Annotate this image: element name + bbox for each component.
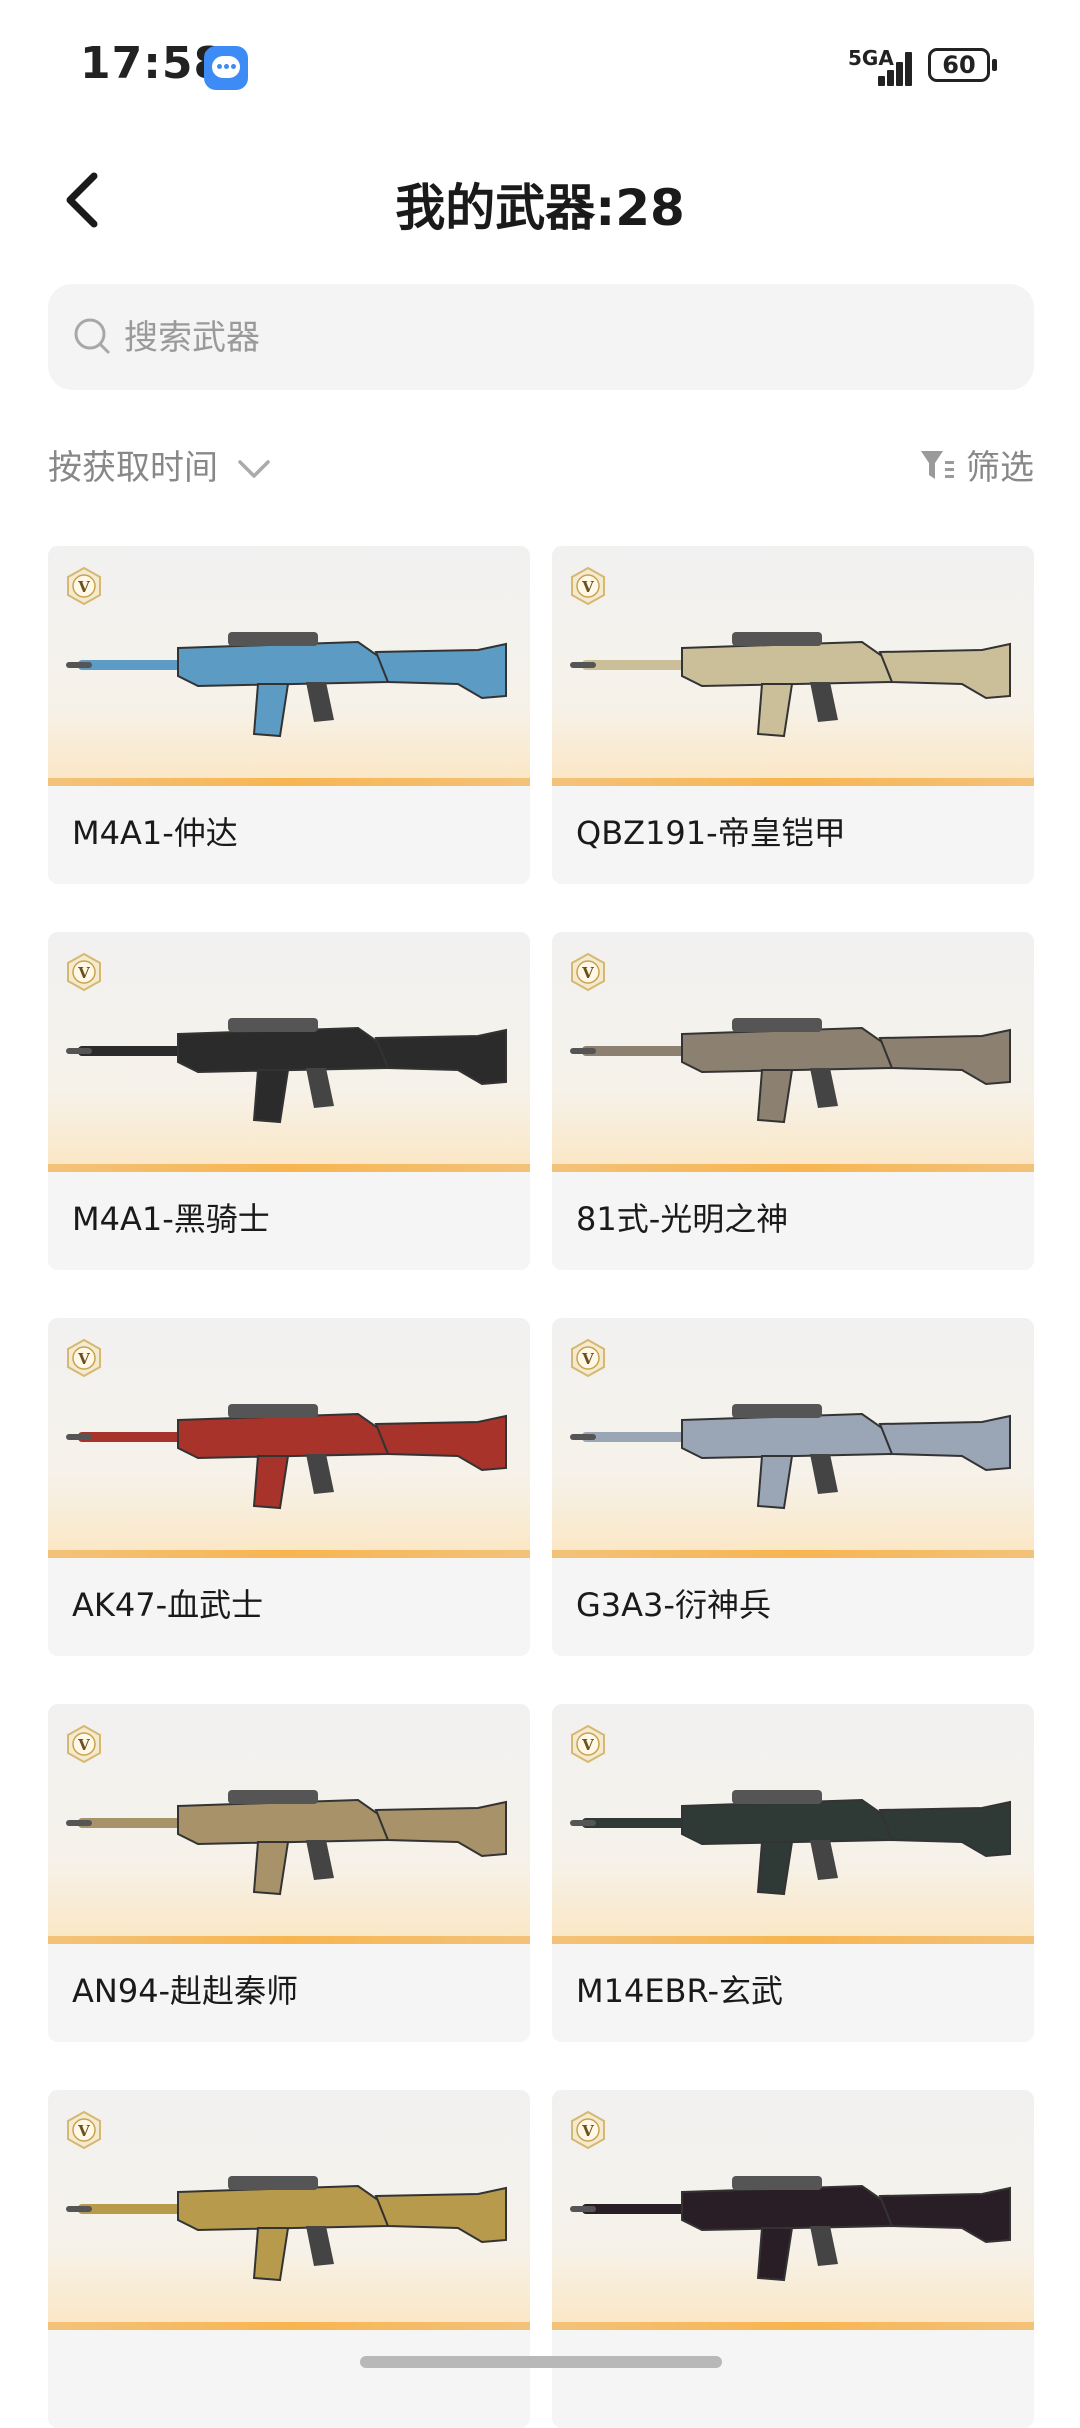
chevron-down-icon [238,460,270,478]
sort-dropdown[interactable]: 按获取时间 [48,440,288,496]
weapon-image-area: V [552,1318,1034,1558]
weapon-name: M4A1-仲达 [72,814,238,852]
filter-button[interactable]: 筛选 [919,440,1034,496]
weapon-card[interactable]: V QBZ191-帝皇铠甲 [552,546,1034,884]
weapon-card[interactable]: V 81式-光明之神 [552,932,1034,1270]
weapon-name: G3A3-衍神兵 [576,1586,771,1624]
weapon-name: AN94-赳赳秦师 [72,1972,299,2010]
weapon-image [570,2176,1011,2282]
weapon-image [66,2176,507,2282]
sort-label: 按获取时间 [48,448,218,488]
weapon-card[interactable]: V AN94-赳赳秦师 [48,1704,530,2042]
weapon-image-area: V [48,546,530,786]
weapon-name: 81式-光明之神 [576,1200,789,1238]
search-icon [74,318,110,354]
weapon-image-area: V [48,1704,530,1944]
weapon-card[interactable]: V M14EBR-玄武 [552,1704,1034,2042]
weapon-image [570,1018,1011,1124]
weapon-image [66,1790,507,1896]
weapon-card[interactable]: V [552,2090,1034,2428]
weapon-image [66,1018,507,1124]
message-notification-icon [204,46,248,90]
sort-filter-row: 按获取时间 筛选 [48,440,1034,496]
filter-icon [920,450,954,479]
weapon-image [570,1404,1011,1510]
weapon-image-area: V [552,546,1034,786]
weapon-image [66,632,507,738]
weapon-image-area: V [552,1704,1034,1944]
weapon-image [570,632,1011,738]
weapon-image [66,1404,507,1510]
home-indicator[interactable] [360,2356,722,2368]
weapon-card[interactable]: V M4A1-仲达 [48,546,530,884]
search-input[interactable] [122,284,1006,392]
weapon-name: AK47-血武士 [72,1586,264,1624]
weapon-card[interactable]: V M4A1-黑骑士 [48,932,530,1270]
page-title: 我的武器:28 [395,179,685,237]
weapon-image-area: V [48,1318,530,1558]
weapon-card[interactable]: V G3A3-衍神兵 [552,1318,1034,1656]
weapon-image-area: V [552,2090,1034,2330]
weapon-name: M4A1-黑骑士 [72,1200,270,1238]
filter-label: 筛选 [966,448,1034,488]
weapon-name: QBZ191-帝皇铠甲 [576,814,846,852]
weapon-image-area: V [48,2090,530,2330]
weapon-card[interactable]: V AK47-血武士 [48,1318,530,1656]
search-bar[interactable] [48,284,1034,392]
weapon-image-area: V [48,932,530,1172]
status-bar: 17:58 5GA 60 [0,0,1080,130]
weapon-image [570,1790,1011,1896]
weapon-image-area: V [552,932,1034,1172]
battery-icon: 60 [928,48,997,82]
signal-strength-icon [868,48,914,86]
weapon-name: M14EBR-玄武 [576,1972,783,2010]
weapon-card[interactable]: V [48,2090,530,2428]
